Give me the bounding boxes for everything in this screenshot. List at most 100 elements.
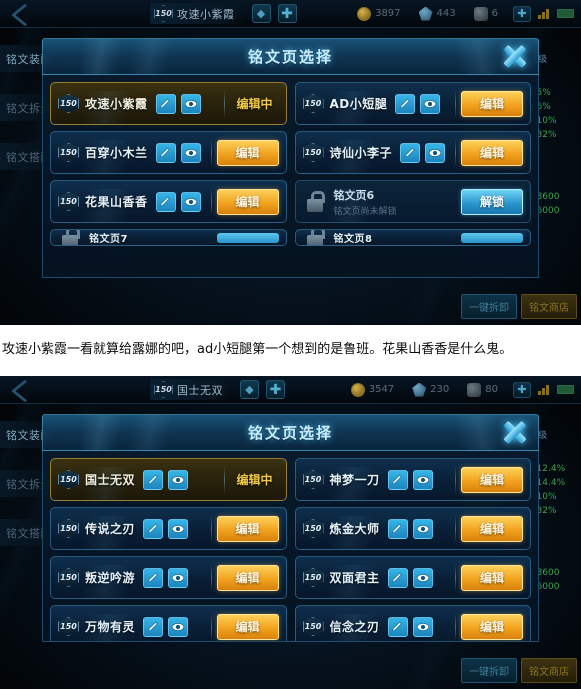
plus-icon[interactable]: ✚ — [266, 380, 285, 399]
edit-button[interactable]: 编辑 — [461, 515, 523, 542]
pencil-icon[interactable] — [143, 518, 164, 539]
back-arrow-icon[interactable] — [4, 377, 50, 403]
bottom-button[interactable]: 一键拆卸 — [461, 294, 517, 319]
page-name: 炼金大师 — [329, 522, 380, 536]
pencil-icon[interactable] — [387, 567, 408, 588]
diamond-icon — [412, 382, 427, 397]
pencil-icon[interactable] — [387, 469, 408, 490]
edit-button[interactable]: 编辑 — [216, 515, 279, 542]
inscription-page-card[interactable]: 铭文页6 铭文页尚未解锁 解锁 — [294, 180, 531, 223]
edit-button[interactable]: 编辑 — [216, 564, 279, 591]
pencil-icon[interactable] — [143, 469, 164, 490]
pencil-icon[interactable] — [395, 93, 416, 114]
eye-icon[interactable] — [180, 93, 201, 114]
divider — [210, 514, 212, 543]
bottom-button[interactable]: 铭文商店 — [521, 658, 577, 683]
edit-button[interactable]: 编辑 — [461, 564, 523, 591]
page-name: 攻速小紫霞 — [85, 97, 148, 111]
close-icon[interactable] — [500, 418, 530, 448]
pencil-icon[interactable] — [387, 518, 408, 539]
page-name: 铭文页8 — [333, 234, 373, 245]
divider — [224, 465, 226, 494]
inscription-page-list: 150 攻速小紫霞 编辑中 150 AD小短腿 编辑 150 百穿小木兰 编辑 150 诗仙小李子编… — [50, 82, 531, 246]
diamond-currency: 443 — [411, 6, 464, 21]
edit-button[interactable]: 编辑 — [461, 90, 523, 117]
ticket-icon — [473, 6, 488, 21]
eye-icon[interactable] — [180, 191, 201, 212]
pencil-icon[interactable] — [155, 142, 176, 163]
lock-icon — [58, 230, 82, 245]
ticket-amount: 80 — [485, 384, 498, 395]
pencil-icon[interactable] — [387, 616, 408, 637]
quick-add-icon[interactable]: ✚ — [513, 5, 531, 22]
inscription-page-card[interactable]: 150 诗仙小李子 编辑 — [294, 131, 531, 174]
inscription-page-card[interactable]: 150 攻速小紫霞 编辑中 — [50, 82, 287, 125]
level-badge: 150 — [154, 5, 173, 22]
card-icon-group — [143, 567, 189, 588]
divider — [210, 187, 212, 216]
inscription-page-card[interactable]: 150 花果山香香 编辑 — [50, 180, 287, 223]
shield-icon[interactable]: ◆ — [240, 380, 259, 399]
inscription-page-card[interactable]: 150 万物有灵 编辑 — [50, 605, 287, 641]
inscription-page-card[interactable]: 铭文页7 — [50, 229, 287, 246]
inscription-page-card[interactable]: 铭文页8 — [294, 229, 531, 246]
edit-button[interactable] — [461, 232, 523, 243]
status-badge: 编辑中 — [236, 97, 273, 111]
eye-icon[interactable] — [168, 567, 189, 588]
card-icon-group — [395, 93, 441, 114]
shield-icon[interactable]: ◆ — [251, 4, 271, 23]
plus-icon[interactable]: ✚ — [277, 4, 297, 23]
eye-icon[interactable] — [412, 567, 433, 588]
pencil-icon[interactable] — [400, 142, 421, 163]
inscription-page-card[interactable]: 150 百穿小木兰 编辑 — [50, 131, 287, 174]
player-nameplate: 150 攻速小紫霞 — [150, 3, 245, 24]
lock-icon — [303, 230, 327, 245]
inscription-page-card[interactable]: 150 国士无双 编辑中 — [50, 458, 287, 501]
battery-icon — [557, 385, 574, 394]
gold-currency: 3547 — [343, 382, 402, 397]
eye-icon[interactable] — [412, 518, 433, 539]
edit-button[interactable] — [216, 232, 279, 243]
dialog-header: 铭文页选择 — [42, 38, 539, 75]
page-name: 百穿小木兰 — [85, 146, 148, 160]
inscription-page-card[interactable]: 150 炼金大师 编辑 — [294, 507, 531, 550]
pencil-icon[interactable] — [155, 93, 176, 114]
inscription-page-card[interactable]: 150 AD小短腿 编辑 — [294, 82, 531, 125]
divider — [455, 138, 456, 167]
card-icon-group — [155, 93, 201, 114]
level-badge: 150 — [302, 470, 324, 489]
level-badge: 150 — [302, 519, 324, 538]
eye-icon[interactable] — [412, 616, 433, 637]
edit-button[interactable]: 编辑 — [216, 613, 279, 640]
edit-button[interactable]: 编辑 — [461, 466, 523, 493]
pencil-icon[interactable] — [155, 191, 176, 212]
eye-icon[interactable] — [180, 142, 201, 163]
bottom-button[interactable]: 一键拆卸 — [461, 658, 517, 683]
quick-add-icon[interactable]: ✚ — [513, 381, 531, 398]
eye-icon[interactable] — [412, 469, 433, 490]
close-icon[interactable] — [500, 42, 530, 72]
inscription-page-card[interactable]: 150 传说之刃 编辑 — [50, 507, 287, 550]
page-name: 万物有灵 — [85, 620, 136, 634]
edit-button[interactable]: 编辑 — [461, 139, 523, 166]
unlock-button[interactable]: 解锁 — [461, 188, 523, 215]
ticket-currency: 6 — [466, 6, 506, 21]
pencil-icon[interactable] — [143, 616, 164, 637]
edit-button[interactable]: 编辑 — [461, 613, 523, 640]
pencil-icon[interactable] — [143, 567, 164, 588]
edit-button[interactable]: 编辑 — [216, 188, 279, 215]
eye-icon[interactable] — [168, 518, 189, 539]
inscription-page-card[interactable]: 150 双面君主 编辑 — [294, 556, 531, 599]
inscription-page-card[interactable]: 150 神梦一刀 编辑 — [294, 458, 531, 501]
bottom-button[interactable]: 铭文商店 — [521, 294, 577, 319]
eye-icon[interactable] — [168, 469, 189, 490]
table-row: 150 花果山香香 编辑 铭文页6 铭文页尚未解锁 解锁 — [50, 180, 531, 223]
caption-text: 攻速小紫霞一看就算给露娜的吧，ad小短腿第一个想到的是鲁班。花果山香香是什么鬼。 — [0, 325, 581, 376]
inscription-page-card[interactable]: 150 叛逆吟游 编辑 — [50, 556, 287, 599]
eye-icon[interactable] — [420, 93, 441, 114]
edit-button[interactable]: 编辑 — [216, 139, 279, 166]
eye-icon[interactable] — [425, 142, 446, 163]
inscription-page-card[interactable]: 150 信念之刃 编辑 — [294, 605, 531, 641]
eye-icon[interactable] — [168, 616, 189, 637]
back-arrow-icon[interactable] — [4, 1, 50, 27]
